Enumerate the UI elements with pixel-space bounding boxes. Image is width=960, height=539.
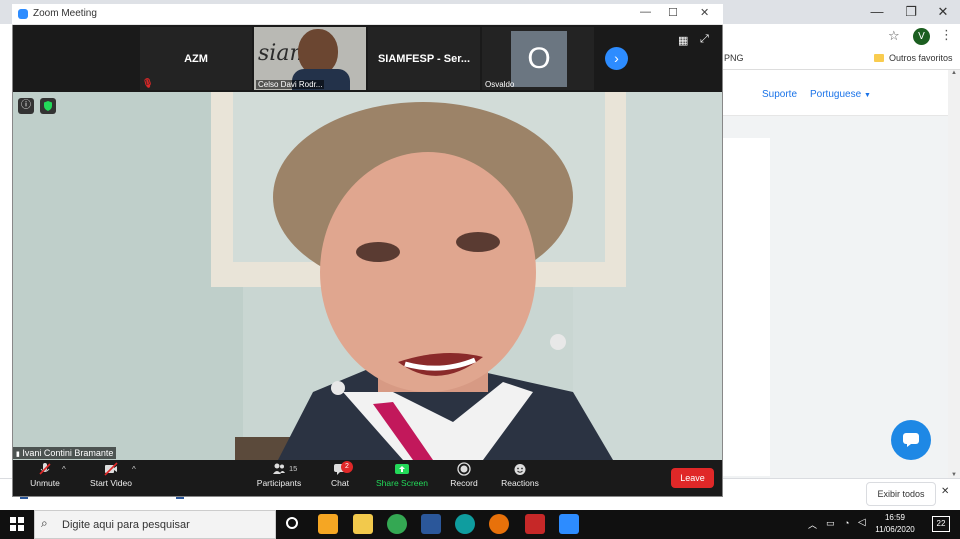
participants-button[interactable]: Participants bbox=[248, 462, 310, 494]
folder-icon bbox=[874, 54, 884, 62]
participant-tile-osvaldo[interactable]: O Osvaldo bbox=[482, 27, 594, 90]
participant-name: Osvaldo bbox=[485, 80, 515, 89]
content-card bbox=[722, 138, 770, 476]
reactions-button[interactable]: Reactions bbox=[489, 462, 551, 494]
share-screen-button[interactable]: Share Screen bbox=[369, 462, 435, 494]
taskbar-search-box[interactable]: ⌕ Digite aqui para pesquisar bbox=[34, 510, 276, 539]
fullscreen-icon[interactable]: ⤢ bbox=[700, 33, 709, 46]
unmute-button[interactable]: Unmute bbox=[14, 462, 76, 494]
zoom-title-bar: Zoom Meeting — ☐ ✕ bbox=[12, 4, 723, 25]
signal-bars-icon: ▮ bbox=[16, 451, 20, 458]
video-options-caret-icon[interactable]: ^ bbox=[132, 465, 136, 474]
browser-app-icon[interactable] bbox=[489, 514, 509, 534]
page-scrollbar[interactable]: ▲ ▼ bbox=[948, 70, 960, 478]
share-screen-icon bbox=[395, 464, 409, 474]
search-placeholder: Digite aqui para pesquisar bbox=[62, 519, 190, 531]
audio-options-caret-icon[interactable]: ^ bbox=[62, 465, 66, 474]
participants-icon bbox=[273, 463, 285, 474]
support-chat-button[interactable] bbox=[891, 420, 931, 460]
star-icon[interactable]: ☆ bbox=[888, 28, 900, 44]
browser-close-button[interactable]: ✕ bbox=[928, 2, 958, 22]
bookmark-other-favorites[interactable]: Outros favoritos bbox=[889, 53, 953, 63]
speaker-video-frame bbox=[13, 92, 722, 460]
language-label: Portuguese bbox=[810, 89, 862, 100]
record-label: Record bbox=[450, 478, 478, 488]
speaker-name: Ivani Contini Bramante bbox=[22, 448, 114, 458]
zoom-close-button[interactable]: ✕ bbox=[700, 6, 709, 19]
start-video-label: Start Video bbox=[90, 478, 132, 488]
windows-start-icon[interactable] bbox=[10, 517, 24, 531]
encryption-shield-icon[interactable] bbox=[40, 98, 56, 114]
wifi-icon[interactable]: ◔ bbox=[844, 518, 849, 528]
share-screen-label: Share Screen bbox=[376, 478, 428, 488]
speaker-name-label: ▮ Ivani Contini Bramante bbox=[13, 447, 117, 459]
unmute-label: Unmute bbox=[30, 478, 60, 488]
zoom-maximize-button[interactable]: ☐ bbox=[668, 6, 678, 19]
participant-tile-siamfesp[interactable]: SIAMFESP - Ser... bbox=[368, 27, 480, 90]
profile-avatar[interactable]: V bbox=[913, 28, 930, 45]
participant-name: AZM bbox=[184, 52, 208, 65]
show-all-downloads-button[interactable]: Exibir todos bbox=[866, 482, 936, 506]
bookmark-png[interactable]: PNG bbox=[724, 53, 744, 63]
participant-tile-celso[interactable]: siamf Celso Davi Rodr... bbox=[254, 27, 366, 90]
zoom-app-icon[interactable] bbox=[559, 514, 579, 534]
active-speaker-video: ⓘ ▮ Ivani Contini Bramante bbox=[13, 92, 722, 460]
edge-icon[interactable] bbox=[455, 514, 475, 534]
reactions-icon bbox=[514, 464, 526, 475]
tray-overflow-icon[interactable]: ︿ bbox=[808, 518, 817, 531]
browser-minimize-button[interactable]: — bbox=[862, 2, 892, 22]
next-page-arrow-icon[interactable]: › bbox=[605, 47, 628, 70]
record-button[interactable]: Record bbox=[433, 462, 495, 494]
menu-kebab-icon[interactable]: ⋮ bbox=[940, 27, 953, 43]
muted-microphone-icon bbox=[39, 463, 51, 475]
video-off-icon bbox=[104, 462, 118, 476]
browser-maximize-button[interactable]: ❐ bbox=[896, 2, 926, 22]
scroll-up-arrow[interactable]: ▲ bbox=[951, 70, 957, 76]
chrome-icon[interactable] bbox=[387, 514, 407, 534]
participant-tile-azm[interactable]: AZM 🎙 bbox=[140, 27, 252, 90]
zoom-logo-icon bbox=[18, 9, 28, 19]
task-view-icon[interactable] bbox=[286, 517, 298, 529]
participants-label: Participants bbox=[256, 478, 302, 488]
participants-count: 15 bbox=[289, 464, 298, 473]
taskbar-clock[interactable]: 16:59 11/06/2020 bbox=[866, 512, 924, 536]
close-downloads-icon[interactable]: ✕ bbox=[941, 486, 949, 497]
caret-down-icon: ▼ bbox=[863, 92, 871, 99]
chat-bubble-icon bbox=[903, 433, 919, 447]
participant-name: SIAMFESP - Ser... bbox=[377, 52, 471, 65]
leave-meeting-button[interactable]: Leave bbox=[671, 468, 714, 488]
strip-empty-slot bbox=[13, 27, 138, 90]
clock-date: 11/06/2020 bbox=[875, 525, 915, 534]
chat-unread-badge: 2 bbox=[341, 461, 353, 473]
search-icon: ⌕ bbox=[41, 516, 48, 530]
app-icon-1[interactable] bbox=[318, 514, 338, 534]
participant-name: Celso Davi Rodr... bbox=[256, 80, 325, 89]
pdf-app-icon[interactable] bbox=[525, 514, 545, 534]
chat-label: Chat bbox=[331, 478, 349, 488]
record-icon bbox=[457, 462, 471, 476]
participant-avatar: O bbox=[511, 31, 567, 87]
zoom-minimize-button[interactable]: — bbox=[640, 6, 651, 18]
gallery-view-icon[interactable]: ▦ bbox=[678, 34, 688, 47]
language-select[interactable]: Portuguese ▼ bbox=[810, 89, 871, 100]
meeting-info-icon[interactable]: ⓘ bbox=[18, 98, 34, 114]
file-explorer-icon[interactable] bbox=[353, 514, 373, 534]
zoom-window-title: Zoom Meeting bbox=[33, 8, 97, 19]
volume-icon[interactable]: ◁ bbox=[858, 517, 866, 528]
word-icon[interactable] bbox=[421, 514, 441, 534]
support-link[interactable]: Suporte bbox=[762, 89, 797, 100]
battery-icon[interactable]: ▭ bbox=[826, 518, 835, 529]
clock-time: 16:59 bbox=[884, 513, 906, 522]
muted-mic-icon: 🎙 bbox=[142, 78, 154, 88]
notifications-icon[interactable]: 22 bbox=[932, 516, 950, 532]
chat-button[interactable]: Chat bbox=[309, 462, 371, 494]
reactions-label: Reactions bbox=[501, 478, 539, 488]
